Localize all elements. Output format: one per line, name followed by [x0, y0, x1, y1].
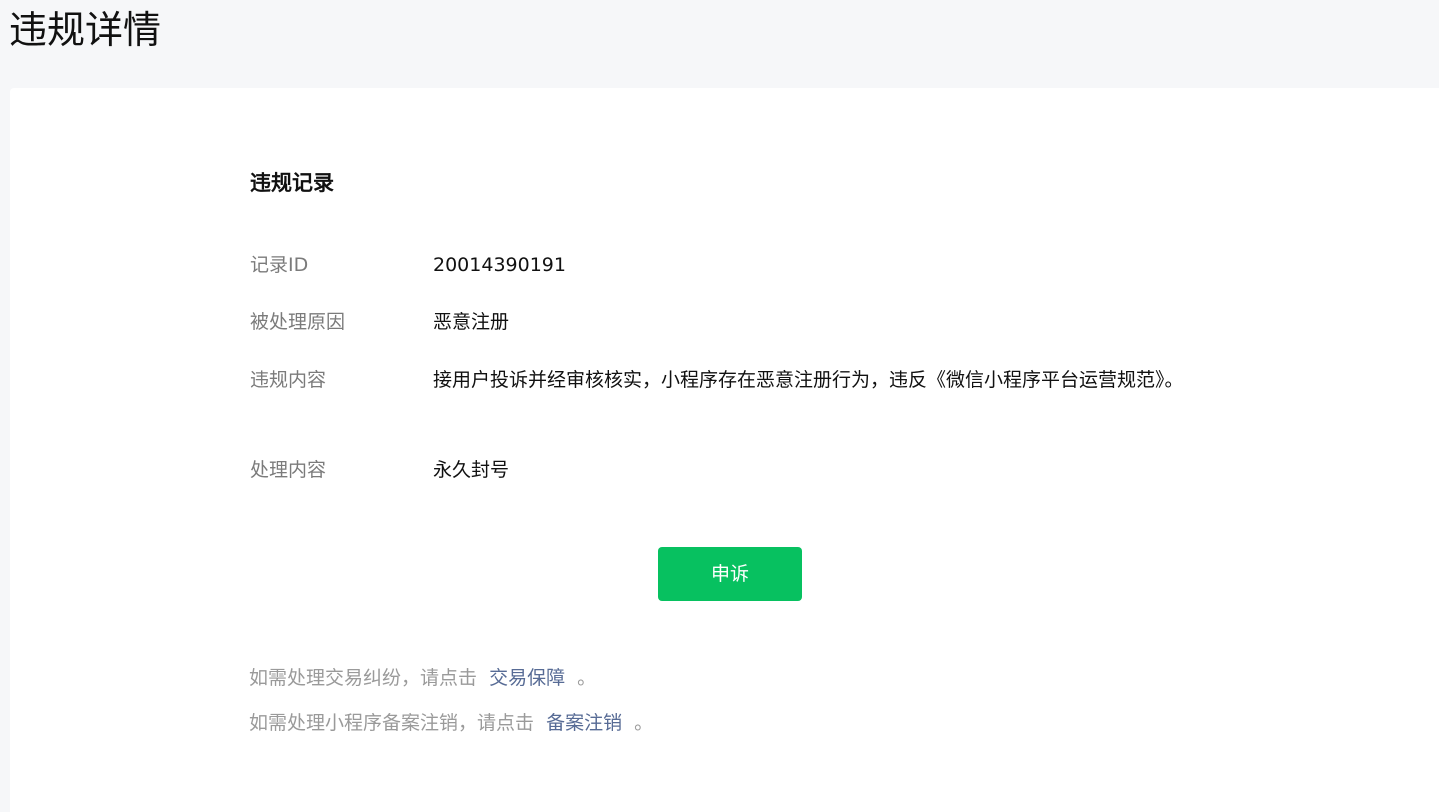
action-label: 处理内容 [250, 459, 327, 481]
trade-protection-link[interactable]: 交易保障 [489, 667, 565, 689]
record-id-value: 20014390191 [433, 254, 566, 276]
action-value: 永久封号 [433, 459, 510, 481]
reason-label: 被处理原因 [250, 311, 346, 333]
record-id-label: 记录ID [250, 254, 309, 276]
filing-cancel-suffix: 。 [634, 712, 654, 734]
trade-dispute-suffix: 。 [577, 667, 597, 689]
info-row-violation-content: 违规内容 接用户投诉并经审核核实，小程序存在恶意注册行为，违反《微信小程序平台运… [250, 364, 1230, 396]
filing-cancel-text: 如需处理小程序备案注销，请点击 [249, 712, 535, 734]
filing-cancel-link[interactable]: 备案注销 [546, 712, 622, 734]
info-row-record-id: 记录ID 20014390191 [250, 249, 1230, 281]
trade-dispute-text: 如需处理交易纠纷，请点击 [249, 667, 478, 689]
footer-filing-cancel: 如需处理小程序备案注销，请点击 备案注销 。 [249, 708, 653, 738]
section-title: 违规记录 [250, 171, 334, 195]
violation-content-label: 违规内容 [250, 369, 327, 391]
reason-value: 恶意注册 [433, 311, 510, 333]
footer-trade-dispute: 如需处理交易纠纷，请点击 交易保障 。 [249, 663, 596, 693]
appeal-button[interactable]: 申诉 [658, 547, 802, 601]
info-row-action: 处理内容 永久封号 [250, 454, 1230, 486]
violation-card: 违规记录 记录ID 20014390191 被处理原因 恶意注册 违规内容 接用… [10, 88, 1439, 812]
info-row-reason: 被处理原因 恶意注册 [250, 306, 1230, 338]
violation-content-value: 接用户投诉并经审核核实，小程序存在恶意注册行为，违反《微信小程序平台运营规范》。 [433, 369, 1184, 391]
page-title: 违规详情 [9, 8, 162, 52]
